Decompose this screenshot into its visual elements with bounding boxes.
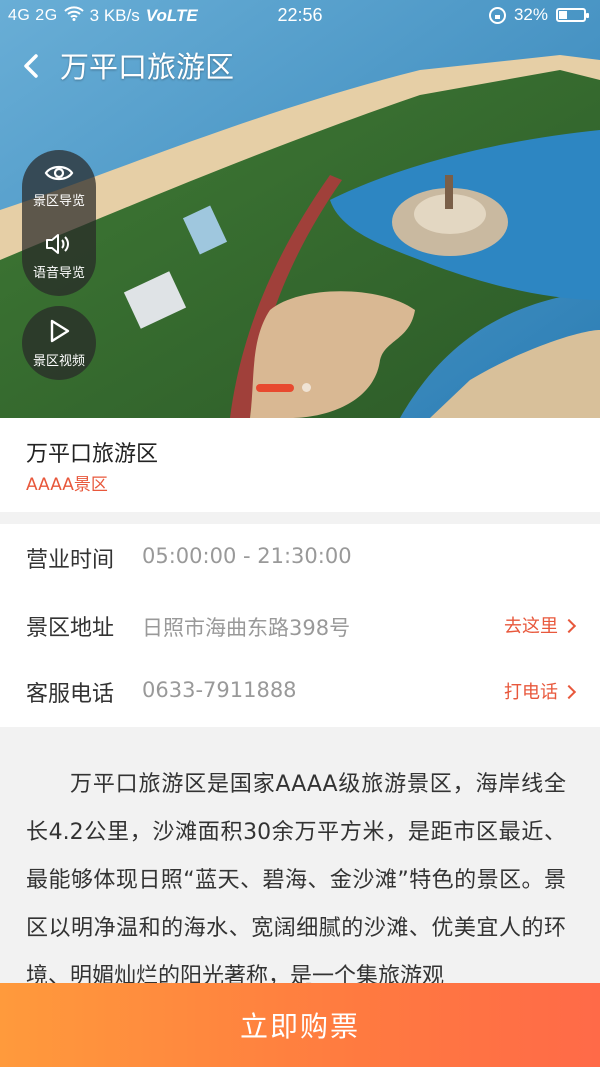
speaker-icon <box>46 234 69 254</box>
navigate-label: 去这里 <box>504 616 558 637</box>
hours-label: 营业时间 <box>26 548 115 573</box>
call-button[interactable]: 打电话 <box>504 678 577 704</box>
rotation-lock-icon <box>488 6 506 24</box>
hours-value: 05:00:00 - 21:30:00 <box>142 544 352 568</box>
address-label: 景区地址 <box>26 616 115 641</box>
scenic-video-button[interactable]: 景区视频 <box>22 306 96 380</box>
battery-percent: 32% <box>513 5 548 24</box>
phone-label: 客服电话 <box>26 682 115 707</box>
navigate-button[interactable]: 去这里 <box>504 612 577 638</box>
carousel-dot[interactable] <box>302 383 311 392</box>
page-title: 万平口旅游区 <box>60 50 235 84</box>
scenic-video-label: 景区视频 <box>32 354 85 369</box>
eye-icon <box>44 165 74 181</box>
scenic-overview-label: 景区导览 <box>32 194 85 209</box>
address-value: 日照市海曲东路398号 <box>142 616 351 640</box>
address-row: 景区地址 日照市海曲东路398号 去这里 <box>0 592 600 658</box>
chevron-left-icon <box>24 54 38 78</box>
call-label: 打电话 <box>504 682 558 703</box>
phone-row: 客服电话 0633-7911888 打电话 <box>0 658 600 724</box>
chevron-right-icon <box>561 684 577 699</box>
battery-icon <box>556 8 589 22</box>
buy-ticket-label: 立即购票 <box>239 1010 360 1043</box>
spot-name: 万平口旅游区 <box>26 442 159 467</box>
description-text: 万平口旅游区是国家AAAA级旅游景区，海岸线全长4.2公里，沙滩面积30余万平方… <box>26 772 566 989</box>
back-button[interactable] <box>16 48 52 84</box>
hero-image: 4G 2G 3 KB/s VoLTE 22:56 32% 万平口旅游区 景区导览… <box>0 0 600 418</box>
chevron-right-icon <box>561 618 577 633</box>
buy-ticket-button[interactable]: 立即购票 <box>0 983 600 1067</box>
audio-guide-button[interactable]: 语音导览 <box>22 232 96 281</box>
carousel-indicator <box>256 383 311 392</box>
hours-row: 营业时间 05:00:00 - 21:30:00 <box>0 524 600 590</box>
side-menu: 景区导览 语音导览 <box>22 150 96 296</box>
play-icon <box>50 319 70 343</box>
spot-level-badge: AAAA景区 <box>26 475 108 495</box>
details-card: 营业时间 05:00:00 - 21:30:00 景区地址 日照市海曲东路398… <box>0 524 600 727</box>
scenic-overview-button[interactable]: 景区导览 <box>22 162 96 209</box>
phone-value: 0633-7911888 <box>142 678 297 702</box>
carousel-dot-active[interactable] <box>256 383 294 392</box>
audio-guide-label: 语音导览 <box>32 266 85 281</box>
status-bar: 4G 2G 3 KB/s VoLTE 22:56 32% <box>0 0 600 32</box>
title-bar: 万平口旅游区 <box>0 38 600 92</box>
battery-level <box>559 11 567 19</box>
spot-info-card: 万平口旅游区 AAAA景区 <box>0 418 600 512</box>
